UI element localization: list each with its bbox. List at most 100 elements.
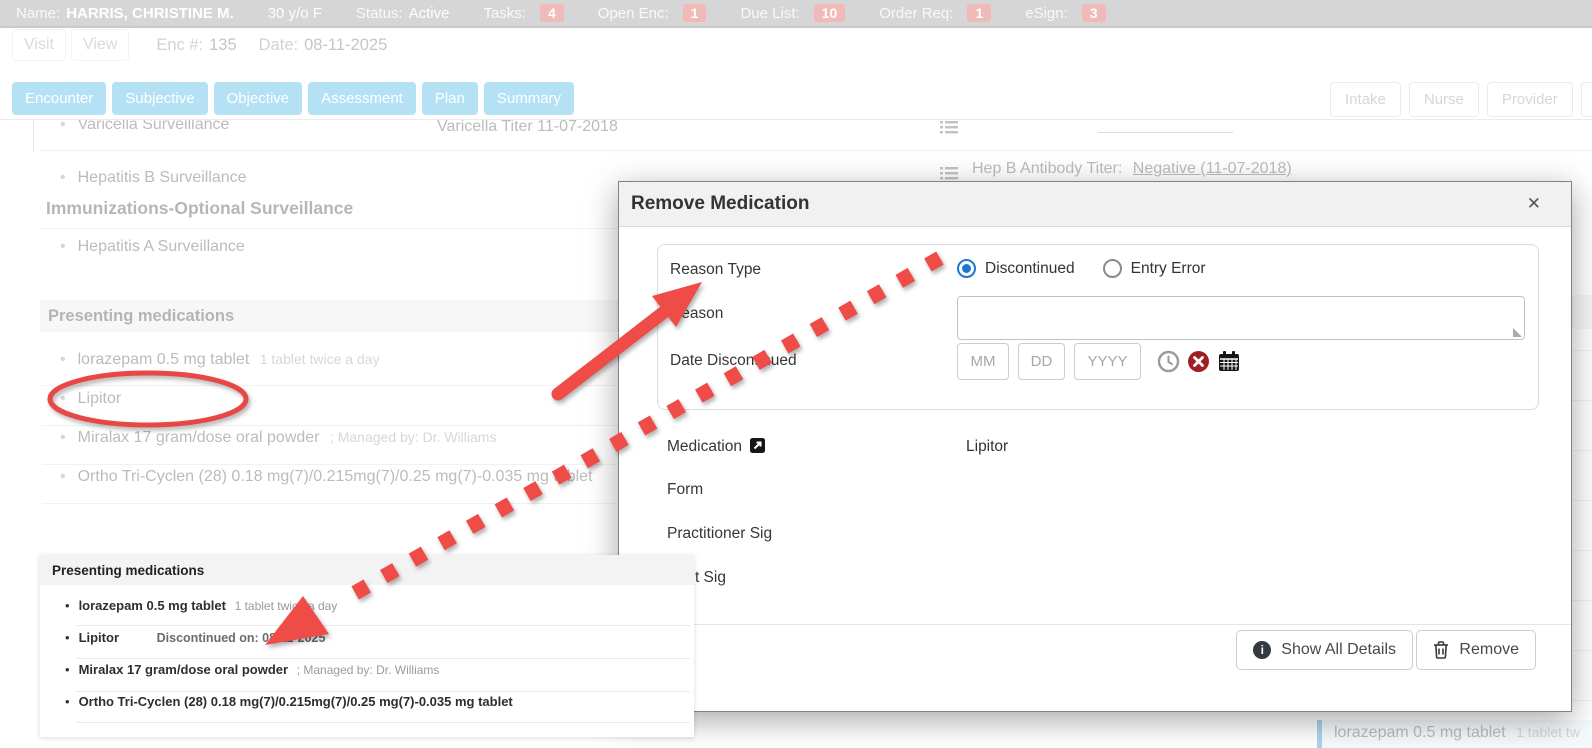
hep-b-titer-row: Hep B Antibody Titer: Negative (11-07-20…	[972, 160, 1292, 178]
reason-type-radio-group: Discontinued Entry Error	[957, 259, 1234, 278]
row-divider	[76, 625, 690, 626]
result-medications-panel: Presenting medications •lorazepam 0.5 mg…	[40, 555, 694, 737]
remove-button[interactable]: Remove	[1416, 630, 1536, 670]
medication-row: •Miralax 17 gram/dose oral powder ; Mana…	[60, 429, 496, 447]
reason-input[interactable]	[957, 296, 1525, 340]
role-tabs: Intake Nurse Provider Depar	[1330, 82, 1592, 117]
section-heading: Immunizations-Optional Surveillance	[46, 198, 353, 219]
footer-divider	[619, 624, 1571, 625]
info-icon: i	[1253, 641, 1271, 659]
medication-label: Medication	[667, 438, 765, 458]
bullet: •	[65, 662, 70, 677]
order-req-badge[interactable]: 1	[967, 4, 991, 22]
modal-title: Remove Medication	[631, 193, 809, 215]
tab-provider[interactable]: Provider	[1487, 82, 1573, 117]
radio-discontinued-label: Discontinued	[985, 260, 1075, 278]
enc-date-value: 08-11-2025	[304, 36, 387, 55]
remove-medication-modal: Remove Medication ✕ Reason Type Disconti…	[618, 181, 1572, 712]
surveillance-value: Varicella Titer 11-07-2018	[437, 118, 618, 136]
close-icon[interactable]: ✕	[1527, 194, 1541, 214]
year-input[interactable]	[1074, 343, 1141, 380]
name-label: Name:	[16, 5, 60, 22]
clear-date-icon[interactable]	[1187, 350, 1210, 373]
bullet: •	[60, 390, 66, 407]
radio-discontinued[interactable]	[957, 259, 976, 278]
row-divider	[40, 150, 930, 151]
month-input[interactable]	[957, 343, 1009, 380]
bullet: •	[60, 238, 66, 255]
medication-value: Lipitor	[966, 438, 1008, 456]
status-label: Status:	[356, 5, 403, 22]
encounter-bar: Visit View Enc #: 135 Date: 08-11-2025	[0, 28, 1592, 62]
list-menu-icon[interactable]	[940, 120, 958, 134]
calendar-icon[interactable]	[1217, 350, 1241, 374]
form-label: Form	[667, 481, 703, 499]
medication-row: •Lipitor	[60, 390, 121, 408]
date-discontinued-inputs	[957, 343, 1241, 380]
row-divider	[76, 691, 690, 692]
tab-departure[interactable]: Depar	[1581, 82, 1592, 117]
modal-header: Remove Medication ✕	[619, 182, 1571, 227]
tasks-badge[interactable]: 4	[540, 4, 564, 22]
hep-b-result-link[interactable]: Negative (11-07-2018)	[1133, 160, 1292, 177]
screen: •Varicella Surveillance Varicella Titer …	[0, 0, 1592, 748]
table-border-fragment	[33, 120, 34, 152]
row-divider	[76, 658, 690, 659]
reason-fieldset: Reason Type Discontinued Entry Error Rea…	[657, 244, 1539, 410]
radio-entry-error[interactable]	[1103, 259, 1122, 278]
medication-row: •lorazepam 0.5 mg tablet 1 tablet twice …	[60, 351, 380, 369]
external-link-icon[interactable]	[750, 438, 765, 458]
row-divider	[76, 722, 690, 723]
trash-icon	[1433, 641, 1449, 659]
bullet: •	[60, 429, 66, 446]
visit-button[interactable]: Visit	[12, 29, 66, 61]
result-medication-row: •Lipitor Discontinued on: 08-11-2025	[65, 630, 325, 645]
enc-number-value: 135	[209, 36, 237, 55]
result-medication-row: •Ortho Tri-Cyclen (28) 0.18 mg(7)/0.215m…	[65, 694, 513, 709]
tab-encounter[interactable]: Encounter	[12, 82, 106, 115]
tab-nurse[interactable]: Nurse	[1409, 82, 1479, 117]
patient-name: HARRIS, CHRISTINE M.	[66, 5, 234, 22]
medication-row: lorazepam 0.5 mg tablet 1 tablet tw	[1334, 724, 1580, 742]
tab-bar: Encounter Subjective Objective Assessmen…	[0, 62, 1592, 120]
status-value: Active	[409, 5, 450, 22]
patient-header-bar: Name: HARRIS, CHRISTINE M. 30 y/o F Stat…	[0, 0, 1592, 28]
tab-assessment[interactable]: Assessment	[308, 82, 416, 115]
list-menu-icon[interactable]	[940, 166, 958, 180]
show-all-details-button[interactable]: i Show All Details	[1236, 630, 1413, 670]
clock-icon[interactable]	[1157, 350, 1180, 373]
nav-tabs: Encounter Subjective Objective Assessmen…	[12, 82, 580, 115]
discontinued-status: Discontinued on: 08-11-2025	[157, 631, 326, 645]
tab-objective[interactable]: Objective	[214, 82, 303, 115]
reason-input-wrap	[957, 296, 1525, 340]
bullet: •	[60, 351, 66, 368]
radio-entry-error-label: Entry Error	[1131, 260, 1206, 278]
reason-type-label: Reason Type	[670, 261, 761, 279]
bullet: •	[60, 468, 66, 485]
resize-handle[interactable]	[1513, 328, 1522, 337]
bullet: •	[60, 169, 66, 186]
result-medication-row: •lorazepam 0.5 mg tablet 1 tablet twice …	[65, 598, 337, 613]
enc-date-label: Date:	[259, 36, 298, 55]
view-button[interactable]: View	[71, 29, 129, 61]
tab-plan[interactable]: Plan	[422, 82, 478, 115]
result-medication-row: •Miralax 17 gram/dose oral powder ; Mana…	[65, 662, 439, 677]
date-discontinued-label: Date Discontinued	[670, 352, 797, 370]
enc-number-label: Enc #:	[156, 36, 203, 55]
practitioner-sig-label: Practitioner Sig	[667, 525, 772, 543]
open-enc-badge[interactable]: 1	[683, 4, 707, 22]
bullet: •	[65, 694, 70, 709]
surveillance-row: •Hepatitis B Surveillance	[60, 169, 247, 187]
tab-summary[interactable]: Summary	[484, 82, 574, 115]
tab-subjective[interactable]: Subjective	[112, 82, 207, 115]
row-divider	[930, 150, 1592, 151]
age-sex: 30 y/o F	[268, 5, 322, 22]
reason-label: Reason	[670, 305, 723, 323]
selection-bar	[1317, 720, 1322, 748]
day-input[interactable]	[1018, 343, 1065, 380]
tab-intake[interactable]: Intake	[1330, 82, 1401, 117]
surveillance-row: •Hepatitis A Surveillance	[60, 238, 245, 256]
due-list-badge[interactable]: 10	[814, 4, 846, 22]
bullet: •	[65, 630, 70, 645]
esign-badge[interactable]: 3	[1082, 4, 1106, 22]
